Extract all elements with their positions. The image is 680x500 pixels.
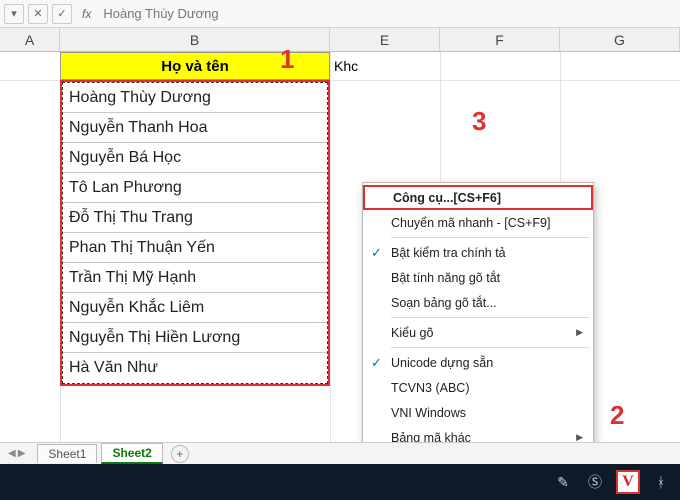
annotation-3: 3 (472, 106, 486, 137)
tray-pen-icon[interactable]: ✎ (552, 471, 574, 493)
tray-unikey-icon[interactable]: V (616, 470, 640, 494)
formula-text[interactable]: Hoàng Thùy Dương (103, 6, 218, 21)
menu-separator (391, 317, 589, 318)
taskbar: ✎ Ⓢ V ᚼ (0, 464, 680, 500)
unikey-context-menu: Công cụ...[CS+F6] Chuyển mã nhanh - [CS+… (362, 182, 594, 448)
add-sheet-button[interactable]: + (171, 445, 189, 463)
menu-item-input-method[interactable]: Kiểu gõ ▶ (363, 320, 593, 345)
menu-label: Unicode dựng sẵn (391, 356, 493, 370)
menu-item-autocomplete[interactable]: Bật tính năng gõ tắt (363, 265, 593, 290)
spreadsheet-grid[interactable]: Họ và tên Khc Hoàng Thùy Dương Nguyễn Th… (0, 52, 680, 448)
list-item[interactable]: Nguyễn Bá Học (63, 143, 327, 173)
menu-item-unicode[interactable]: ✓ Unicode dựng sẵn (363, 350, 593, 375)
menu-item-spellcheck[interactable]: ✓ Bật kiểm tra chính tả (363, 240, 593, 265)
list-item[interactable]: Trần Thị Mỹ Hạnh (63, 263, 327, 293)
menu-item-tools[interactable]: Công cụ...[CS+F6] (363, 185, 593, 210)
list-item[interactable]: Đỗ Thị Thu Trang (63, 203, 327, 233)
list-item[interactable]: Phan Thị Thuận Yến (63, 233, 327, 263)
confirm-button[interactable]: ✓ (52, 4, 72, 24)
col-header-A[interactable]: A (0, 28, 60, 51)
menu-label: Chuyển mã nhanh - [CS+F9] (391, 216, 550, 230)
list-item[interactable]: Nguyễn Thanh Hoa (63, 113, 327, 143)
list-item[interactable]: Tô Lan Phương (63, 173, 327, 203)
menu-label: Công cụ...[CS+F6] (393, 191, 501, 205)
sheet-tab-2[interactable]: Sheet2 (101, 443, 162, 464)
menu-label: TCVN3 (ABC) (391, 381, 469, 395)
menu-item-compose-short[interactable]: Soạn bảng gõ tắt... (363, 290, 593, 315)
cell-kho[interactable]: Khc (330, 52, 380, 80)
col-header-E[interactable]: E (330, 28, 440, 51)
sheet-nav[interactable]: ◀▶ (8, 448, 25, 459)
annotation-2: 2 (610, 400, 624, 431)
menu-separator (391, 347, 589, 348)
list-item[interactable]: Nguyễn Khắc Liêm (63, 293, 327, 323)
sheet-tabs: ◀▶ Sheet1 Sheet2 + (0, 442, 680, 464)
col-header-G[interactable]: G (560, 28, 680, 51)
menu-label: Bật kiểm tra chính tả (391, 246, 506, 260)
check-icon: ✓ (371, 245, 382, 261)
cancel-button[interactable]: ✕ (28, 4, 48, 24)
annotation-1: 1 (280, 44, 294, 75)
menu-label: Soạn bảng gõ tắt... (391, 296, 497, 310)
list-item[interactable]: Hoàng Thùy Dương (63, 83, 327, 113)
menu-label: Kiểu gõ (391, 326, 433, 340)
unikey-v-label: V (622, 473, 634, 491)
menu-item-tcvn3[interactable]: TCVN3 (ABC) (363, 375, 593, 400)
selection-range[interactable]: Hoàng Thùy Dương Nguyễn Thanh Hoa Nguyễn… (60, 80, 330, 386)
chevron-right-icon: ▶ (576, 327, 583, 338)
formula-bar: ▾ ✕ ✓ fx Hoàng Thùy Dương (0, 0, 680, 28)
tray-bluetooth-icon[interactable]: ᚼ (650, 471, 672, 493)
menu-item-vni[interactable]: VNI Windows (363, 400, 593, 425)
fx-label[interactable]: fx (82, 7, 91, 21)
name-box-dropdown[interactable]: ▾ (4, 4, 24, 24)
check-icon: ✓ (371, 355, 382, 371)
tray-skype-icon[interactable]: Ⓢ (584, 471, 606, 493)
col-header-F[interactable]: F (440, 28, 560, 51)
menu-item-convert[interactable]: Chuyển mã nhanh - [CS+F9] (363, 210, 593, 235)
sheet-tab-1[interactable]: Sheet1 (37, 444, 97, 463)
menu-separator (391, 237, 589, 238)
list-item[interactable]: Hà Văn Như (63, 353, 327, 383)
list-item[interactable]: Nguyễn Thị Hiền Lương (63, 323, 327, 353)
menu-label: Bật tính năng gõ tắt (391, 271, 500, 285)
column-headers: A B E F G (0, 28, 680, 52)
menu-label: VNI Windows (391, 406, 466, 420)
